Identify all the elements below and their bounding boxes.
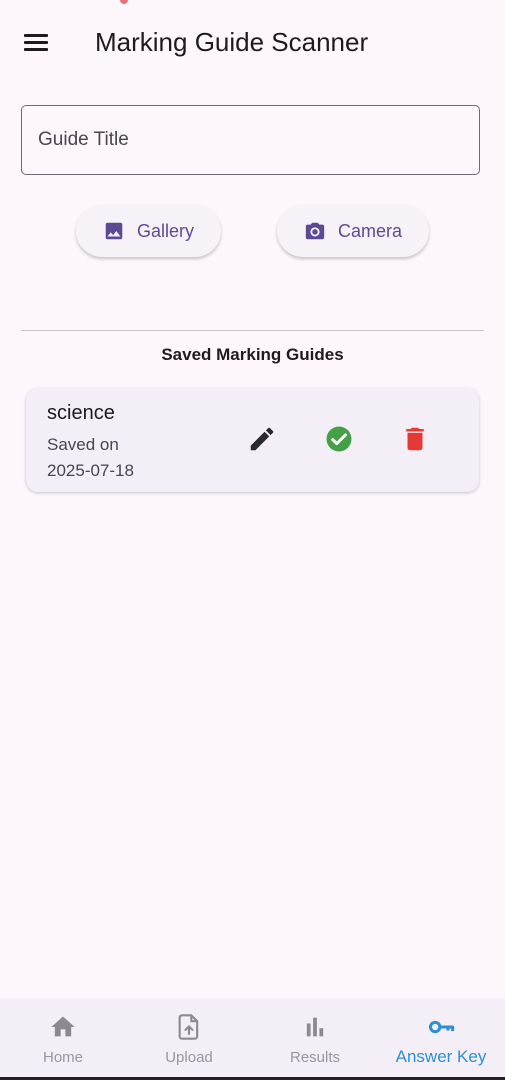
saved-guides-heading: Saved Marking Guides bbox=[161, 345, 344, 364]
upload-file-icon bbox=[178, 1014, 199, 1040]
guide-title-field[interactable] bbox=[21, 105, 480, 175]
guide-card[interactable]: science Saved on 2025-07-18 bbox=[26, 388, 479, 492]
camera-icon bbox=[305, 222, 325, 240]
nav-item-answer-key[interactable]: Answer Key bbox=[378, 998, 504, 1080]
gallery-button[interactable]: Gallery bbox=[76, 205, 221, 257]
page-title: Marking Guide Scanner bbox=[95, 27, 369, 57]
app-bar: Marking Guide Scanner bbox=[0, 14, 505, 70]
gallery-button-label: Gallery bbox=[136, 220, 194, 241]
camera-button[interactable]: Camera bbox=[277, 205, 429, 257]
status-bar bbox=[0, 0, 505, 8]
guide-title-input[interactable] bbox=[22, 106, 479, 174]
nav-item-results[interactable]: Results bbox=[252, 998, 378, 1080]
image-icon bbox=[105, 222, 123, 240]
section-divider bbox=[21, 330, 484, 331]
guide-name: science bbox=[47, 402, 115, 424]
pencil-icon bbox=[250, 427, 274, 451]
camera-button-label: Camera bbox=[337, 220, 403, 241]
guide-saved-date: Saved on 2025-07-18 bbox=[47, 435, 134, 480]
nav-label-upload: Upload bbox=[165, 1049, 213, 1066]
select-guide-button[interactable] bbox=[324, 424, 354, 454]
edit-guide-button[interactable] bbox=[247, 424, 277, 454]
nav-item-upload[interactable]: Upload bbox=[126, 998, 252, 1080]
trash-icon bbox=[406, 427, 424, 451]
notification-dot bbox=[120, 0, 128, 4]
delete-guide-button[interactable] bbox=[400, 424, 430, 454]
nav-item-home[interactable]: Home bbox=[0, 998, 126, 1080]
nav-label-home: Home bbox=[42, 1049, 83, 1066]
key-icon bbox=[428, 1020, 455, 1034]
nav-label-results: Results bbox=[289, 1049, 341, 1066]
home-icon bbox=[51, 1016, 75, 1037]
bottom-nav: Home Upload Results Answer Key bbox=[0, 998, 505, 1080]
menu-icon[interactable] bbox=[14, 22, 58, 62]
nav-label-answer-key: Answer Key bbox=[395, 1047, 487, 1066]
bar-chart-icon bbox=[306, 1017, 324, 1037]
check-circle-icon bbox=[326, 426, 352, 452]
